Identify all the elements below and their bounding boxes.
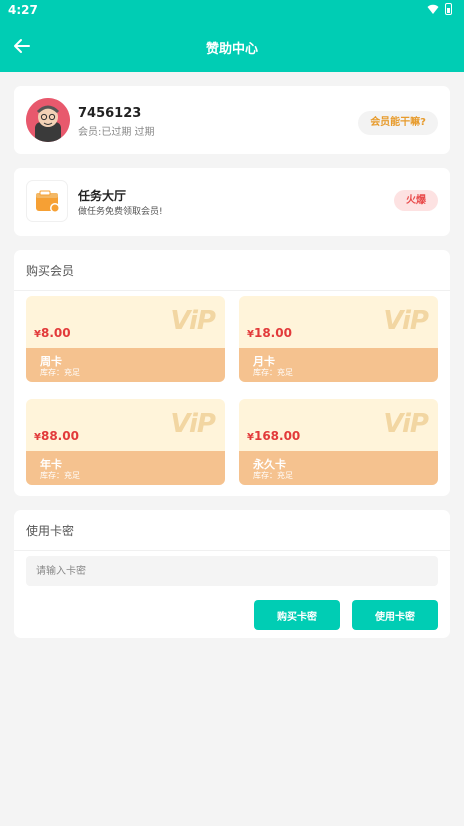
- plan-card-month[interactable]: ¥18.00 ViP 月卡 库存：充足: [239, 296, 438, 382]
- avatar[interactable]: [26, 98, 70, 142]
- vip-logo-icon: ViP: [383, 409, 429, 439]
- plan-price: ¥18.00: [247, 326, 292, 340]
- use-code-button[interactable]: 使用卡密: [352, 600, 438, 630]
- vip-logo-icon: ViP: [383, 306, 429, 336]
- vip-logo-icon: ViP: [170, 409, 216, 439]
- plan-band: 永久卡 库存：充足: [239, 451, 438, 485]
- plan-stock: 库存：充足: [40, 471, 80, 480]
- plan-band: 周卡 库存：充足: [26, 348, 225, 382]
- plan-card-week[interactable]: ¥8.00 ViP 周卡 库存：充足: [26, 296, 225, 382]
- task-icon: [26, 180, 68, 222]
- divider: [14, 550, 450, 551]
- card-code-input[interactable]: [26, 556, 438, 586]
- plan-price: ¥88.00: [34, 429, 79, 443]
- plan-band: 年卡 库存：充足: [26, 451, 225, 485]
- vip-status: 会员:已过期 过期: [78, 127, 155, 138]
- plan-price: ¥8.00: [34, 326, 71, 340]
- section-title: 购买会员: [26, 264, 75, 278]
- plan-card-lifetime[interactable]: ¥168.00 ViP 永久卡 库存：充足: [239, 399, 438, 485]
- task-subtitle: 做任务免费领取会员!: [78, 207, 163, 217]
- status-icons: [427, 3, 452, 15]
- plan-stock: 库存：充足: [253, 471, 293, 480]
- divider: [14, 290, 450, 291]
- vip-benefits-button[interactable]: 会员能干嘛?: [358, 111, 438, 135]
- plan-stock: 库存：充足: [40, 368, 80, 377]
- page-title: 赞助中心: [205, 42, 258, 57]
- user-id: 7456123: [78, 106, 142, 121]
- vip-logo-icon: ViP: [170, 306, 216, 336]
- plan-stock: 库存：充足: [253, 368, 293, 377]
- redeem-code-section: 使用卡密 购买卡密 使用卡密: [14, 510, 450, 638]
- plan-price: ¥168.00: [247, 429, 301, 443]
- task-title: 任务大厅: [78, 189, 127, 203]
- app-header: 4:27 赞助中心: [0, 0, 464, 72]
- wifi-icon: [427, 4, 439, 14]
- profile-card: 7456123 会员:已过期 过期 会员能干嘛?: [14, 86, 450, 154]
- task-hall-card[interactable]: 任务大厅 做任务免费领取会员! 火爆: [14, 168, 450, 236]
- plan-card-year[interactable]: ¥88.00 ViP 年卡 库存：充足: [26, 399, 225, 485]
- hot-badge: 火爆: [394, 190, 438, 211]
- avatar-image: [26, 98, 70, 142]
- buy-code-button[interactable]: 购买卡密: [254, 600, 340, 630]
- plan-band: 月卡 库存：充足: [239, 348, 438, 382]
- battery-icon: [445, 3, 452, 15]
- section-title: 使用卡密: [26, 524, 75, 538]
- status-time: 4:27: [8, 3, 38, 17]
- buy-membership-section: 购买会员 ¥8.00 ViP 周卡 库存：充足 ¥18.00 ViP 月卡 库存…: [14, 250, 450, 496]
